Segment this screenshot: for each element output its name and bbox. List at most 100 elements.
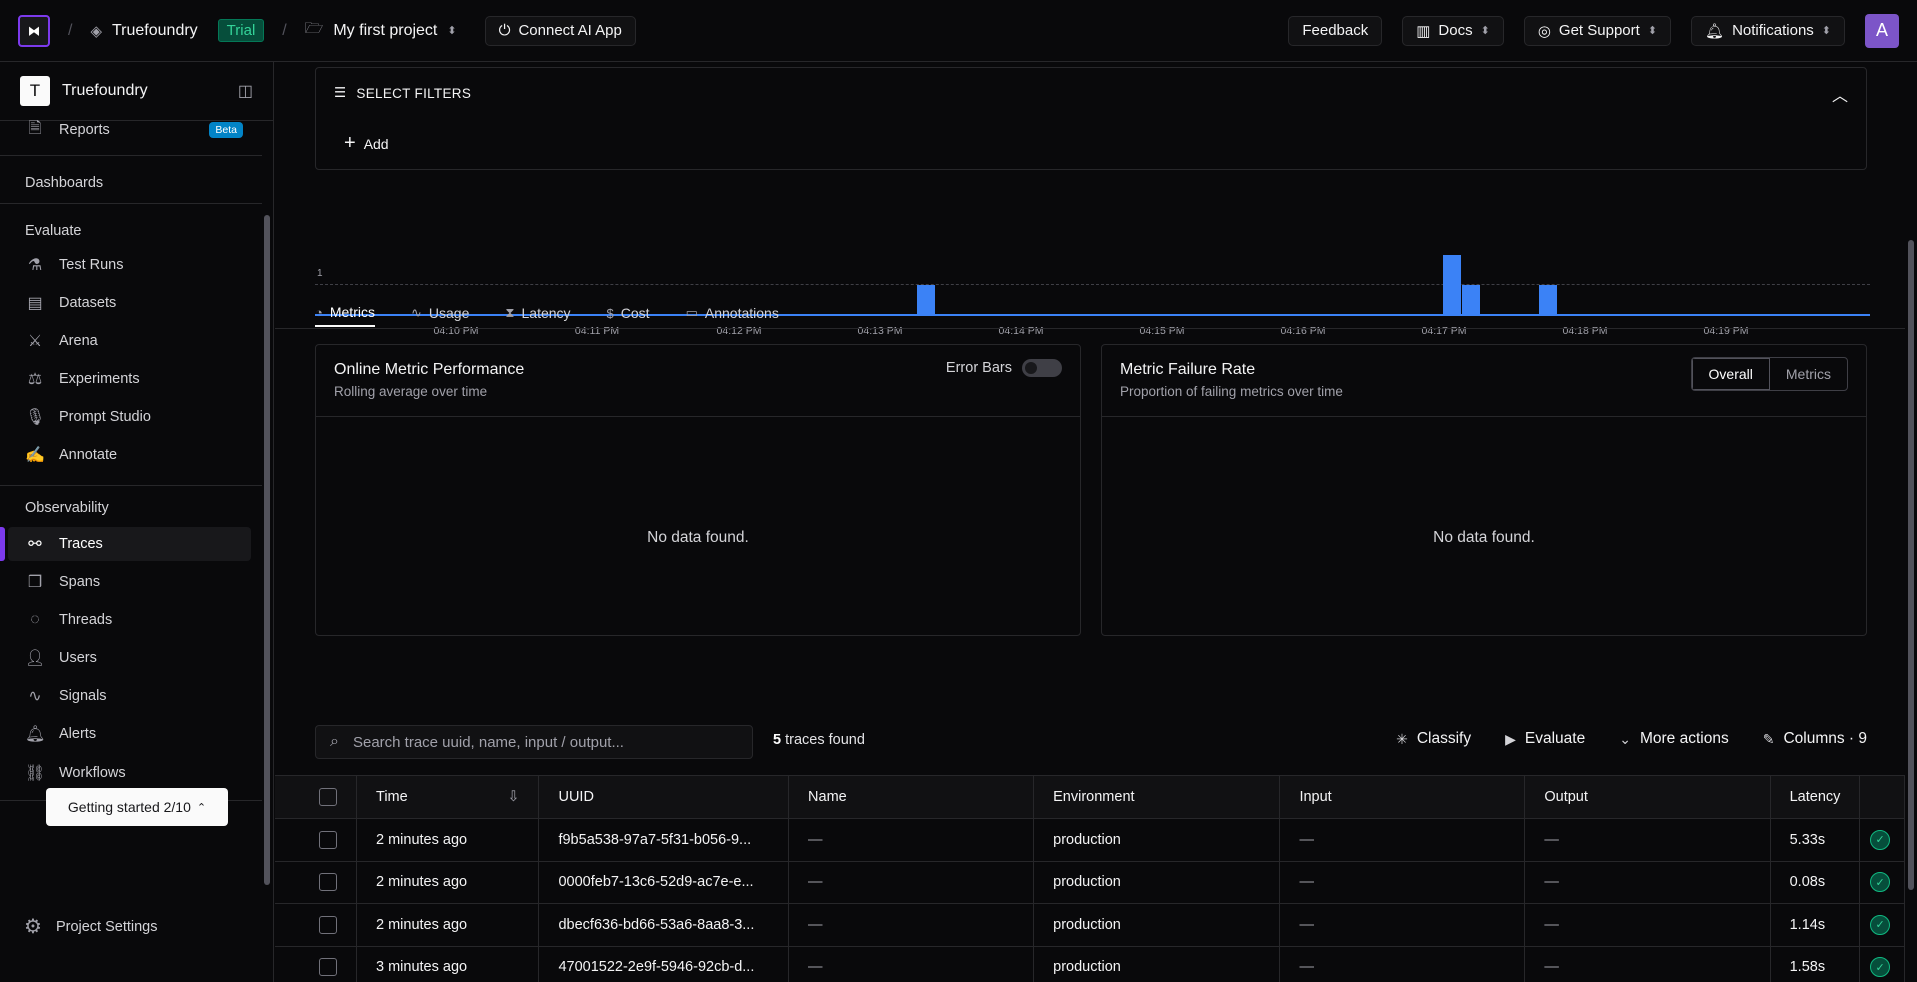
bell-icon: 🔔︎ [1705, 22, 1725, 40]
table-row[interactable]: 2 minutes ago f9b5a538-97a7-5f31-b056-9.… [275, 818, 1905, 862]
gridline [315, 284, 1870, 285]
app-logo[interactable]: ⧓ [18, 14, 50, 47]
sliders-icon: ☰ [334, 85, 347, 100]
dollar-icon: $ [606, 305, 614, 321]
top-bar: ⧓ / ◈ Truefoundry Trial / 🗁 My first pro… [0, 0, 1917, 62]
layers-icon: ◈ [90, 22, 102, 40]
sidebar-item-spans[interactable]: ❒ Spans [8, 565, 251, 599]
cell-status: ✓ [1859, 818, 1905, 862]
chevron-updown-icon: ⬍ [1647, 25, 1658, 37]
tab-usage[interactable]: ∿ Usage [411, 299, 469, 327]
docs-button[interactable]: ▥ Docs ⬍ [1402, 15, 1504, 46]
project-switcher[interactable]: 🗁 My first project ⬍ [305, 18, 457, 43]
sidebar-item-prompt-studio[interactable]: 🎙︎ Prompt Studio [8, 400, 251, 434]
feedback-button[interactable]: Feedback [1288, 15, 1383, 46]
column-output[interactable]: Output [1524, 775, 1771, 819]
cell-time: 3 minutes ago [356, 946, 540, 982]
traces-table: Time ⇩ UUID Name Environment Input Output… [275, 775, 1905, 982]
histogram-bar[interactable] [917, 285, 935, 315]
column-label: Environment [1053, 789, 1135, 805]
tab-metrics[interactable]: ◔ Metrics [315, 299, 375, 327]
add-filter-button[interactable]: + Add [344, 132, 389, 155]
chevron-up-icon[interactable]: ︿ [1832, 82, 1848, 106]
card-header: Metric Failure Rate Proportion of failin… [1102, 345, 1866, 417]
more-actions-button[interactable]: ⌄ More actions [1619, 730, 1728, 748]
sidebar-item-signals[interactable]: ∿ Signals [8, 679, 251, 713]
column-latency[interactable]: Latency [1770, 775, 1861, 819]
connect-ai-app-button[interactable]: ⏻ Connect AI App [484, 15, 636, 46]
column-input[interactable]: Input [1279, 775, 1526, 819]
cell-time: 2 minutes ago [356, 818, 540, 862]
row-checkbox[interactable] [319, 915, 337, 934]
user-avatar[interactable]: A [1865, 13, 1899, 48]
column-environment[interactable]: Environment [1033, 775, 1281, 819]
sidebar-item-label: Signals [59, 688, 107, 704]
column-time[interactable]: Time ⇩ [356, 775, 540, 819]
trace-search-input[interactable]: ⌕ Search trace uuid, name, input / outpu… [315, 725, 753, 759]
row-checkbox[interactable] [319, 958, 337, 977]
main-content: ☰ SELECT FILTERS ︿ + Add 1 04:10 PM 04:1… [275, 62, 1905, 982]
plan-badge: Trial [217, 19, 265, 42]
histogram-bar[interactable] [1443, 255, 1461, 315]
sidebar-toggle-icon[interactable]: ◫ [238, 81, 253, 101]
org-switcher[interactable]: ◈ Truefoundry Trial [90, 19, 265, 42]
error-bars-toggle[interactable] [1022, 359, 1062, 377]
histogram-bar[interactable] [1539, 285, 1557, 315]
annotate-icon: ✍ [25, 447, 45, 464]
getting-started-button[interactable]: Getting started 2/10 ⌃ [46, 788, 228, 826]
get-support-button[interactable]: ◎ Get Support ⬍ [1523, 15, 1672, 46]
tab-annotations[interactable]: ▭ Annotations [686, 299, 779, 327]
sidebar-item-alerts[interactable]: 🔔︎ Alerts [8, 717, 251, 751]
evaluate-button[interactable]: ▶ Evaluate [1505, 730, 1585, 748]
table-row[interactable]: 2 minutes ago dbecf636-bd66-53a6-8aa8-3.… [275, 903, 1905, 947]
project-settings-link[interactable]: ⚙ Project Settings [24, 914, 158, 939]
cell-environment: production [1033, 946, 1281, 982]
sidebar-item-users[interactable]: 👤︎ Users [8, 641, 251, 675]
column-label: Input [1299, 789, 1332, 805]
sidebar-item-datasets[interactable]: ▤ Datasets [8, 286, 251, 320]
sidebar-scrollbar[interactable] [264, 215, 270, 885]
sidebar-item-annotate[interactable]: ✍ Annotate [8, 438, 251, 472]
columns-button[interactable]: ✎ Columns · 9 [1763, 730, 1867, 748]
classify-button[interactable]: ✳ Classify [1396, 730, 1471, 748]
sidebar-item-arena[interactable]: ⚔ Arena [8, 324, 251, 358]
tab-cost[interactable]: $ Cost [607, 299, 650, 327]
histogram-bar[interactable] [1462, 285, 1480, 315]
segment-metrics[interactable]: Metrics [1770, 358, 1847, 390]
cell-uuid[interactable]: dbecf636-bd66-53a6-8aa8-3... [538, 903, 790, 947]
cell-status: ✓ [1859, 903, 1905, 947]
cell-uuid[interactable]: 0000feb7-13c6-52d9-ac7e-e... [538, 861, 790, 904]
cell-output: — [1524, 903, 1771, 947]
y-tick-label: 1 [317, 268, 323, 279]
row-checkbox[interactable] [319, 830, 337, 849]
cell-uuid[interactable]: f9b5a538-97a7-5f31-b056-9... [538, 818, 790, 862]
table-row[interactable]: 2 minutes ago 0000feb7-13c6-52d9-ac7e-e.… [275, 861, 1905, 904]
cell-uuid[interactable]: 47001522-2e9f-5946-92cb-d... [538, 946, 790, 982]
cell-status: ✓ [1859, 861, 1905, 904]
sidebar-item-label: Arena [59, 333, 98, 349]
filters-header[interactable]: ☰ SELECT FILTERS [334, 85, 471, 101]
select-all-checkbox[interactable] [319, 788, 337, 806]
segment-overall[interactable]: Overall [1691, 358, 1770, 390]
sidebar-item-dashboards[interactable]: Dashboards [25, 175, 103, 191]
workflow-icon: ⛓ [25, 765, 46, 782]
page-scrollbar[interactable] [1908, 240, 1914, 890]
sidebar-item-reports[interactable]: 🗎 Reports Beta [8, 113, 251, 147]
sort-desc-icon[interactable]: ⇩ [507, 789, 519, 805]
sidebar-item-test-runs[interactable]: ⚗ Test Runs [8, 248, 251, 282]
notifications-button[interactable]: 🔔︎ Notifications ⬍ [1691, 15, 1845, 46]
sidebar-item-threads[interactable]: ◌ Threads [8, 603, 251, 637]
table-row[interactable]: 3 minutes ago 47001522-2e9f-5946-92cb-d.… [275, 946, 1905, 982]
tab-latency[interactable]: ⧗ Latency [505, 299, 570, 327]
column-label: Name [808, 789, 847, 805]
search-placeholder: Search trace uuid, name, input / output.… [352, 733, 624, 751]
support-label: Get Support [1558, 22, 1640, 39]
column-uuid[interactable]: UUID [538, 775, 790, 819]
row-checkbox[interactable] [319, 873, 337, 892]
sidebar-item-experiments[interactable]: ⚖ Experiments [8, 362, 251, 396]
sidebar-item-traces[interactable]: ⚯ Traces [8, 527, 251, 561]
check-circle-icon: ✓ [1870, 957, 1891, 978]
column-name[interactable]: Name [788, 775, 1035, 819]
sidebar-item-workflows[interactable]: ⛓ Workflows [8, 756, 251, 790]
tab-label: Metrics [329, 304, 375, 320]
